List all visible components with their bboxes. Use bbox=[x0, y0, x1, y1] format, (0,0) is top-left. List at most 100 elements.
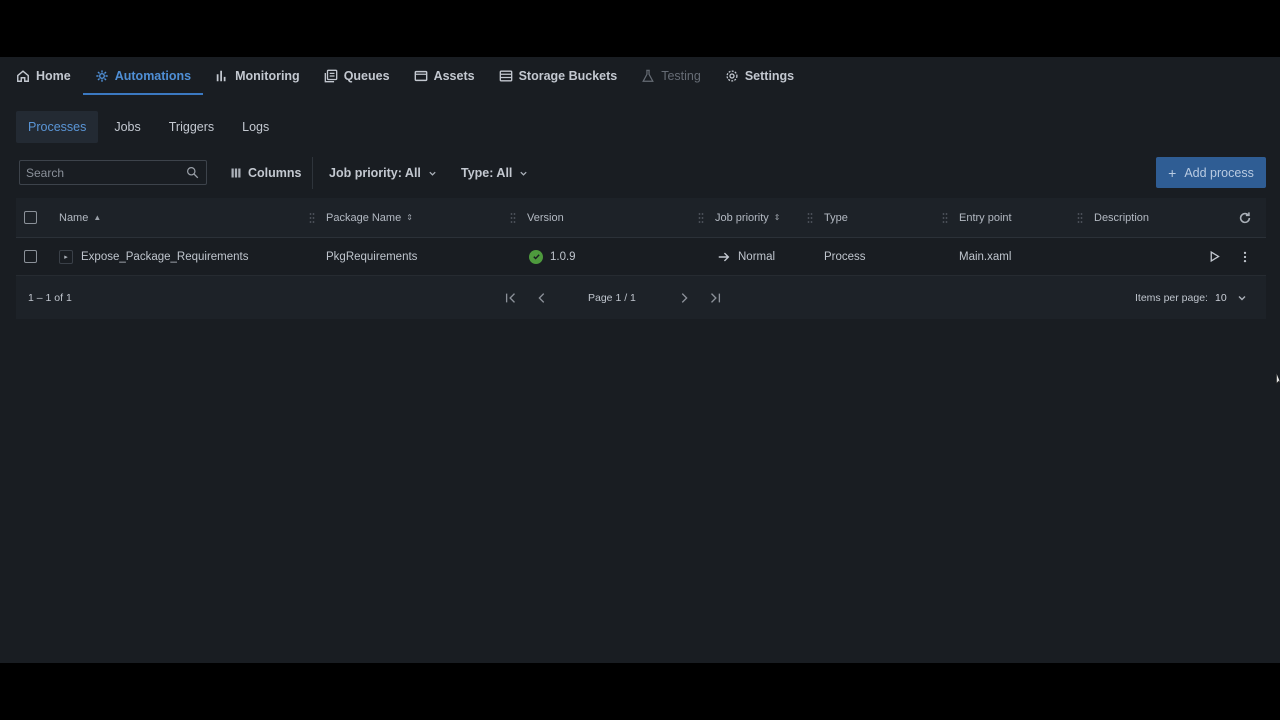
cell-entry-point: Main.xaml bbox=[959, 238, 1011, 275]
sort-icon: ⇕ bbox=[406, 213, 413, 222]
column-resize-grip-icon[interactable] bbox=[510, 212, 516, 224]
cell-type: Process bbox=[824, 238, 866, 275]
nav-label: Settings bbox=[744, 69, 795, 83]
header-name-label: Name bbox=[59, 211, 89, 224]
more-vertical-icon bbox=[1243, 251, 1247, 262]
column-resize-grip-icon[interactable] bbox=[698, 212, 704, 224]
table-pagination: 1 – 1 of 1 Page 1 / 1 Items per page: 10 bbox=[16, 276, 1266, 319]
chevron-down-icon bbox=[1238, 295, 1246, 300]
column-resize-grip-icon[interactable] bbox=[309, 212, 315, 224]
nav-settings[interactable]: Settings bbox=[713, 57, 806, 95]
row-select-cell bbox=[24, 238, 37, 275]
table-header: Name ▲ Package Name ⇕ Version Job priori… bbox=[16, 198, 1266, 238]
header-description[interactable]: Description bbox=[1094, 198, 1149, 237]
nav-home[interactable]: Home bbox=[4, 57, 83, 95]
gear-icon bbox=[725, 69, 739, 83]
first-page-icon[interactable] bbox=[504, 291, 518, 305]
type-value: Process bbox=[824, 250, 866, 263]
check-circle-icon bbox=[529, 249, 543, 264]
tab-jobs[interactable]: Jobs bbox=[102, 111, 152, 143]
cell-package-name: PkgRequirements bbox=[326, 238, 417, 275]
testing-flask-icon bbox=[641, 69, 655, 83]
header-version[interactable]: Version bbox=[527, 198, 564, 237]
type-filter-label: Type: All bbox=[461, 166, 513, 180]
header-entry-point[interactable]: Entry point bbox=[959, 198, 1012, 237]
header-type[interactable]: Type bbox=[824, 198, 848, 237]
expand-icon[interactable]: ▸ bbox=[59, 249, 73, 264]
columns-button[interactable]: Columns bbox=[230, 157, 301, 189]
columns-icon bbox=[231, 168, 241, 178]
nav-assets[interactable]: Assets bbox=[402, 57, 487, 95]
next-page-icon[interactable] bbox=[677, 291, 691, 305]
columns-label: Columns bbox=[248, 166, 302, 180]
play-icon bbox=[1210, 250, 1220, 263]
row-checkbox[interactable] bbox=[24, 250, 37, 263]
processes-toolbar: Columns Job priority: All Type: All + Ad… bbox=[16, 157, 1266, 189]
package-name: PkgRequirements bbox=[326, 250, 418, 263]
process-name[interactable]: Expose_Package_Requirements bbox=[81, 251, 249, 263]
automations-icon bbox=[95, 69, 109, 83]
items-per-page-label: Items per page: bbox=[1135, 291, 1208, 304]
items-per-page-select[interactable]: 10 bbox=[1215, 276, 1247, 319]
chevron-down-icon bbox=[429, 171, 436, 176]
nav-label: Automations bbox=[114, 69, 192, 83]
sort-ascending-icon: ▲ bbox=[93, 213, 102, 222]
home-icon bbox=[16, 69, 30, 83]
nav-label: Assets bbox=[433, 69, 475, 83]
items-per-page-value: 10 bbox=[1215, 291, 1227, 304]
nav-queues[interactable]: Queues bbox=[312, 57, 402, 95]
nav-testing[interactable]: Testing bbox=[629, 57, 713, 95]
header-package-name[interactable]: Package Name ⇕ bbox=[326, 198, 413, 237]
processes-table: Name ▲ Package Name ⇕ Version Job priori… bbox=[16, 198, 1266, 319]
storage-buckets-icon bbox=[499, 69, 513, 83]
column-resize-grip-icon[interactable] bbox=[942, 212, 948, 224]
job-priority-filter[interactable]: Job priority: All bbox=[329, 157, 437, 189]
nav-label: Queues bbox=[343, 69, 390, 83]
tab-processes[interactable]: Processes bbox=[16, 111, 99, 143]
nav-label: Testing bbox=[661, 69, 701, 83]
nav-automations[interactable]: Automations bbox=[82, 57, 204, 95]
sort-icon: ⇕ bbox=[773, 213, 781, 222]
queues-icon bbox=[324, 69, 338, 83]
assets-icon bbox=[414, 69, 428, 83]
refresh-icon bbox=[1239, 211, 1251, 223]
entry-point-value: Main.xaml bbox=[959, 250, 1012, 263]
header-version-label: Version bbox=[527, 211, 564, 224]
table-row[interactable]: ▸ Expose_Package_Requirements PkgRequire… bbox=[16, 238, 1266, 276]
header-name[interactable]: Name ▲ bbox=[59, 198, 101, 237]
header-description-label: Description bbox=[1094, 211, 1150, 224]
more-actions-button[interactable] bbox=[1239, 238, 1251, 275]
nav-storage-buckets[interactable]: Storage Buckets bbox=[487, 57, 630, 95]
select-all-cell bbox=[24, 198, 37, 237]
previous-page-icon[interactable] bbox=[535, 291, 549, 305]
column-resize-grip-icon[interactable] bbox=[1077, 212, 1083, 224]
automation-subtabs: Processes Jobs Triggers Logs bbox=[16, 111, 281, 143]
search-icon[interactable] bbox=[186, 166, 199, 179]
priority-value: Normal bbox=[738, 250, 776, 263]
range-label: 1 – 1 of 1 bbox=[28, 291, 72, 304]
search-box bbox=[19, 160, 207, 185]
job-priority-filter-label: Job priority: All bbox=[329, 166, 421, 180]
add-process-button[interactable]: + Add process bbox=[1156, 157, 1266, 188]
last-page-icon[interactable] bbox=[708, 291, 722, 305]
search-input[interactable] bbox=[20, 161, 180, 184]
tab-triggers[interactable]: Triggers bbox=[157, 111, 226, 143]
type-filter[interactable]: Type: All bbox=[461, 157, 528, 189]
tab-logs[interactable]: Logs bbox=[230, 111, 281, 143]
add-process-label: Add process bbox=[1184, 165, 1254, 180]
nav-label: Home bbox=[36, 69, 71, 83]
refresh-button[interactable] bbox=[1238, 198, 1252, 237]
orchestrator-app: Home Automations Monitoring Queues Asset… bbox=[0, 57, 1280, 663]
nav-label: Storage Buckets bbox=[518, 69, 618, 83]
header-job-priority[interactable]: Job priority ⇕ bbox=[715, 198, 781, 237]
column-resize-grip-icon[interactable] bbox=[807, 212, 813, 224]
select-all-checkbox[interactable] bbox=[24, 211, 37, 224]
page-indicator: Page 1 / 1 bbox=[588, 291, 636, 304]
start-job-button[interactable] bbox=[1208, 238, 1221, 275]
version-value: 1.0.9 bbox=[550, 250, 576, 263]
header-priority-label: Job priority bbox=[715, 211, 769, 224]
plus-icon: + bbox=[1168, 164, 1177, 181]
nav-monitoring[interactable]: Monitoring bbox=[203, 57, 312, 95]
header-entry-label: Entry point bbox=[959, 211, 1012, 224]
top-navigation: Home Automations Monitoring Queues Asset… bbox=[0, 57, 1280, 95]
